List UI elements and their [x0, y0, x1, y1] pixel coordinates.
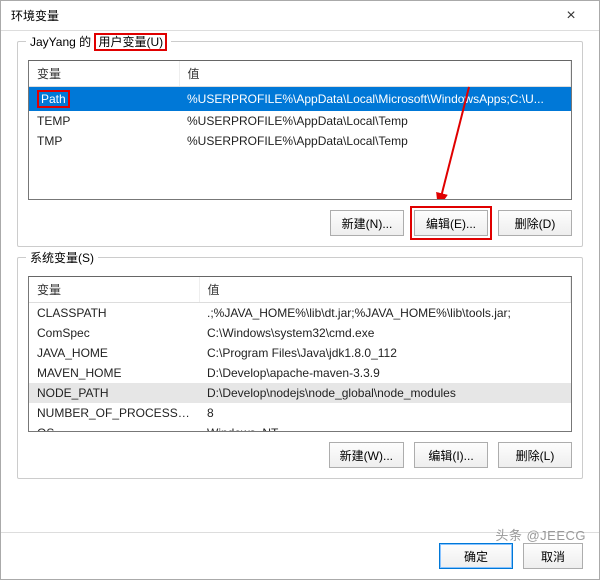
system-variables-table[interactable]: 变量 值 CLASSPATH.;%JAVA_HOME%\lib\dt.jar;%… — [28, 276, 572, 432]
system-edit-button[interactable]: 编辑(I)... — [414, 442, 488, 468]
cell-name: TEMP — [29, 111, 179, 131]
user-variables-table[interactable]: 变量 值 Path%USERPROFILE%\AppData\Local\Mic… — [28, 60, 572, 200]
cell-name: MAVEN_HOME — [29, 363, 199, 383]
user-variables-group: JayYang 的 用户变量(U) 变量 值 Path%USERPROFILE%… — [17, 41, 583, 247]
cell-value: .;%JAVA_HOME%\lib\dt.jar;%JAVA_HOME%\lib… — [199, 303, 571, 324]
table-row[interactable]: CLASSPATH.;%JAVA_HOME%\lib\dt.jar;%JAVA_… — [29, 303, 571, 324]
cell-value: 8 — [199, 403, 571, 423]
system-delete-button[interactable]: 删除(L) — [498, 442, 572, 468]
col-name[interactable]: 变量 — [29, 61, 179, 87]
system-buttons-row: 新建(W)... 编辑(I)... 删除(L) — [28, 442, 572, 468]
cell-value: %USERPROFILE%\AppData\Local\Temp — [179, 131, 571, 151]
cell-value: %USERPROFILE%\AppData\Local\Temp — [179, 111, 571, 131]
system-variables-group: 系统变量(S) 变量 值 CLASSPATH.;%JAVA_HOME%\lib\… — [17, 257, 583, 479]
cell-name: NUMBER_OF_PROCESSORS — [29, 403, 199, 423]
ok-button[interactable]: 确定 — [439, 543, 513, 569]
table-row[interactable]: MAVEN_HOMED:\Develop\apache-maven-3.3.9 — [29, 363, 571, 383]
cell-value: %USERPROFILE%\AppData\Local\Microsoft\Wi… — [179, 87, 571, 112]
user-group-label-prefix: JayYang 的 — [30, 35, 94, 49]
cell-name: CLASSPATH — [29, 303, 199, 324]
cell-name: JAVA_HOME — [29, 343, 199, 363]
table-row[interactable]: Path%USERPROFILE%\AppData\Local\Microsof… — [29, 87, 571, 112]
user-group-label-highlight: 用户变量(U) — [94, 33, 167, 51]
user-buttons-row: 新建(N)... 编辑(E)... 删除(D) — [28, 210, 572, 236]
col-name[interactable]: 变量 — [29, 277, 199, 303]
table-row[interactable]: JAVA_HOMEC:\Program Files\Java\jdk1.8.0_… — [29, 343, 571, 363]
cancel-button[interactable]: 取消 — [523, 543, 583, 569]
table-row[interactable]: OSWindows_NT — [29, 423, 571, 432]
cell-name: ComSpec — [29, 323, 199, 343]
table-row[interactable]: ComSpecC:\Windows\system32\cmd.exe — [29, 323, 571, 343]
cell-value: C:\Program Files\Java\jdk1.8.0_112 — [199, 343, 571, 363]
table-row[interactable]: NUMBER_OF_PROCESSORS8 — [29, 403, 571, 423]
system-new-button[interactable]: 新建(W)... — [329, 442, 404, 468]
user-new-button[interactable]: 新建(N)... — [330, 210, 404, 236]
cell-name: OS — [29, 423, 199, 432]
col-value[interactable]: 值 — [199, 277, 571, 303]
cell-name: TMP — [29, 131, 179, 151]
close-icon[interactable]: × — [551, 7, 591, 25]
cell-value: D:\Develop\apache-maven-3.3.9 — [199, 363, 571, 383]
dialog-footer: 确定 取消 — [1, 532, 599, 579]
user-edit-button[interactable]: 编辑(E)... — [414, 210, 488, 236]
cell-value: D:\Develop\nodejs\node_global\node_modul… — [199, 383, 571, 403]
user-group-label: JayYang 的 用户变量(U) — [26, 33, 171, 50]
cell-value: Windows_NT — [199, 423, 571, 432]
table-row[interactable]: NODE_PATHD:\Develop\nodejs\node_global\n… — [29, 383, 571, 403]
table-row[interactable]: TMP%USERPROFILE%\AppData\Local\Temp — [29, 131, 571, 151]
user-delete-button[interactable]: 删除(D) — [498, 210, 572, 236]
col-value[interactable]: 值 — [179, 61, 571, 87]
cell-value: C:\Windows\system32\cmd.exe — [199, 323, 571, 343]
window-title: 环境变量 — [11, 7, 59, 24]
cell-name: Path — [29, 87, 179, 112]
titlebar: 环境变量 × — [1, 1, 599, 31]
table-row[interactable]: TEMP%USERPROFILE%\AppData\Local\Temp — [29, 111, 571, 131]
system-group-label: 系统变量(S) — [26, 249, 98, 266]
cell-name: NODE_PATH — [29, 383, 199, 403]
